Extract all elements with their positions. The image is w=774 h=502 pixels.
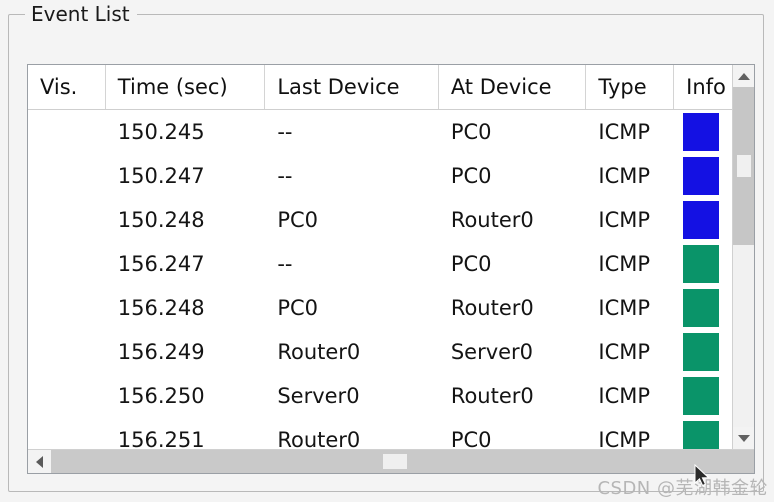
column-header-info[interactable]: Info — [674, 65, 732, 109]
cell-vis[interactable] — [28, 330, 106, 374]
cell-vis[interactable] — [28, 198, 106, 242]
cell-info — [674, 110, 732, 154]
cell-last-device: Server0 — [277, 384, 360, 408]
cell-time: 156.250 — [117, 384, 205, 408]
column-header-last-device[interactable]: Last Device — [265, 65, 439, 109]
cell-at-device: PC0 — [450, 252, 492, 276]
cell-vis[interactable] — [28, 418, 106, 449]
cell-at-device: PC0 — [450, 120, 492, 144]
info-color-swatch — [683, 157, 720, 195]
horizontal-scrollbar-thumb[interactable] — [51, 450, 754, 473]
cell-type: ICMP — [598, 384, 651, 408]
column-header-time[interactable]: Time (sec) — [106, 65, 266, 109]
table-row[interactable]: 150.247 -- PC0 ICMP — [28, 154, 732, 198]
cell-time: 150.247 — [117, 164, 205, 188]
table-row[interactable]: 156.249 Router0 Server0 ICMP — [28, 330, 732, 374]
vertical-scrollbar[interactable] — [732, 65, 754, 449]
cell-type: ICMP — [598, 120, 651, 144]
table-header-row: Vis. Time (sec) Last Device At Device Ty… — [28, 65, 732, 110]
cell-at-device: Router0 — [450, 384, 534, 408]
table-row[interactable]: 156.247 -- PC0 ICMP — [28, 242, 732, 286]
cell-time: 150.248 — [117, 208, 205, 232]
cell-time: 150.245 — [117, 120, 205, 144]
cell-last-device: -- — [277, 120, 293, 144]
chevron-down-icon — [737, 434, 750, 442]
cell-info — [674, 374, 732, 418]
cell-info — [674, 242, 732, 286]
table-row[interactable]: 156.250 Server0 Router0 ICMP — [28, 374, 732, 418]
cell-at-device: PC0 — [450, 164, 492, 188]
cell-info — [674, 330, 732, 374]
cell-at-device: PC0 — [450, 428, 492, 449]
cell-time: 156.249 — [117, 340, 205, 364]
column-header-vis[interactable]: Vis. — [28, 65, 106, 109]
cell-type: ICMP — [598, 428, 651, 449]
table-viewport: Vis. Time (sec) Last Device At Device Ty… — [28, 65, 732, 449]
event-list-table: Vis. Time (sec) Last Device At Device Ty… — [27, 64, 755, 474]
cell-last-device: -- — [277, 252, 293, 276]
page-title: Event List — [25, 1, 137, 27]
cell-type: ICMP — [598, 208, 651, 232]
cell-info — [674, 198, 732, 242]
cell-at-device: Router0 — [450, 208, 534, 232]
scrollbar-grip-icon — [383, 454, 407, 469]
scroll-down-button[interactable] — [733, 427, 754, 449]
event-list-groupbox: Event List Vis. Time (sec) Last Device A… — [8, 1, 764, 492]
cell-vis[interactable] — [28, 154, 106, 198]
cell-info — [674, 286, 732, 330]
info-color-swatch — [683, 201, 720, 239]
cell-time: 156.247 — [117, 252, 205, 276]
column-header-at-device[interactable]: At Device — [439, 65, 587, 109]
column-header-type[interactable]: Type — [586, 65, 675, 109]
info-color-swatch — [683, 377, 720, 415]
chevron-up-icon — [737, 72, 750, 80]
info-color-swatch — [683, 333, 720, 371]
info-color-swatch — [683, 421, 720, 449]
cell-vis[interactable] — [28, 242, 106, 286]
vertical-scrollbar-thumb[interactable] — [733, 87, 754, 245]
info-color-swatch — [683, 289, 720, 327]
cell-time: 156.248 — [117, 296, 205, 320]
cell-vis[interactable] — [28, 286, 106, 330]
info-color-swatch — [683, 245, 720, 283]
table-row[interactable]: 156.251 Router0 PC0 ICMP — [28, 418, 732, 449]
scroll-left-button[interactable] — [28, 450, 51, 473]
cell-type: ICMP — [598, 164, 651, 188]
cell-type: ICMP — [598, 340, 651, 364]
cell-last-device: PC0 — [277, 296, 319, 320]
cell-last-device: PC0 — [277, 208, 319, 232]
scroll-up-button[interactable] — [733, 65, 754, 87]
cell-info — [674, 418, 732, 449]
cell-type: ICMP — [598, 296, 651, 320]
cell-last-device: -- — [277, 164, 293, 188]
cell-at-device: Router0 — [450, 296, 534, 320]
cell-vis[interactable] — [28, 374, 106, 418]
chevron-left-icon — [36, 455, 43, 468]
table-row[interactable]: 156.248 PC0 Router0 ICMP — [28, 286, 732, 330]
cell-last-device: Router0 — [277, 340, 361, 364]
table-body: 150.245 -- PC0 ICMP 150.247 -- PC0 ICMP — [28, 110, 732, 449]
cell-at-device: Server0 — [450, 340, 534, 364]
horizontal-scrollbar[interactable] — [28, 449, 754, 473]
cell-type: ICMP — [598, 252, 651, 276]
table-row[interactable]: 150.248 PC0 Router0 ICMP — [28, 198, 732, 242]
scrollbar-grip-icon — [737, 155, 751, 177]
cell-info — [674, 154, 732, 198]
info-color-swatch — [683, 113, 720, 151]
cell-vis[interactable] — [28, 110, 106, 154]
cell-time: 156.251 — [117, 428, 205, 449]
cell-last-device: Router0 — [277, 428, 361, 449]
table-row[interactable]: 150.245 -- PC0 ICMP — [28, 110, 732, 154]
